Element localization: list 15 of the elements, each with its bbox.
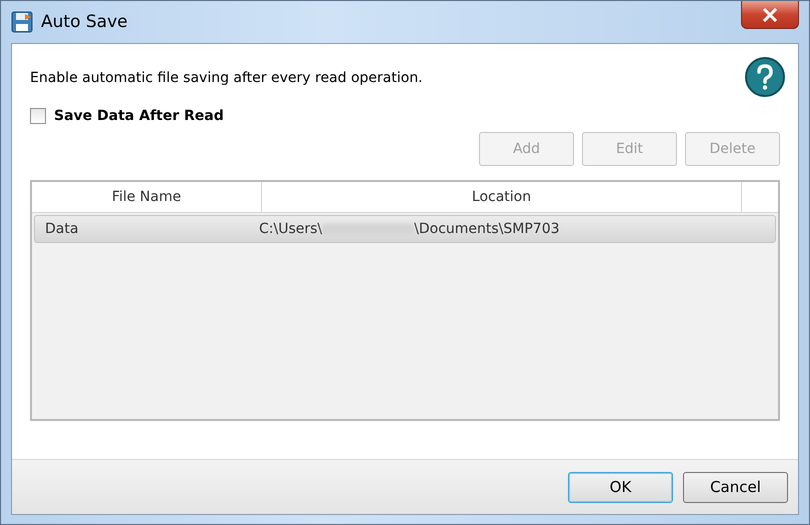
dialog-button[interactable]: Cancel xyxy=(683,472,788,502)
column-header[interactable]: Location xyxy=(262,182,742,212)
help-icon[interactable] xyxy=(744,56,786,98)
close-icon xyxy=(762,8,778,22)
table-row[interactable]: Data C:\Users\ \Documents\SMP703 xyxy=(34,215,776,243)
window-title: Auto Save xyxy=(41,12,128,32)
close-button[interactable] xyxy=(741,1,799,29)
checkbox-label: Save Data After Read xyxy=(54,108,224,124)
column-header[interactable]: File Name xyxy=(32,182,262,212)
location-text: C:\Users\ xyxy=(259,221,322,237)
description-text: Enable automatic file saving after every read operation. xyxy=(30,70,423,86)
file-name-cell-text: Data xyxy=(44,221,80,237)
location-text: \Documents\SMP703 xyxy=(414,221,560,237)
checkbox[interactable] xyxy=(30,108,46,124)
dialog-button[interactable]: OK xyxy=(568,472,673,502)
